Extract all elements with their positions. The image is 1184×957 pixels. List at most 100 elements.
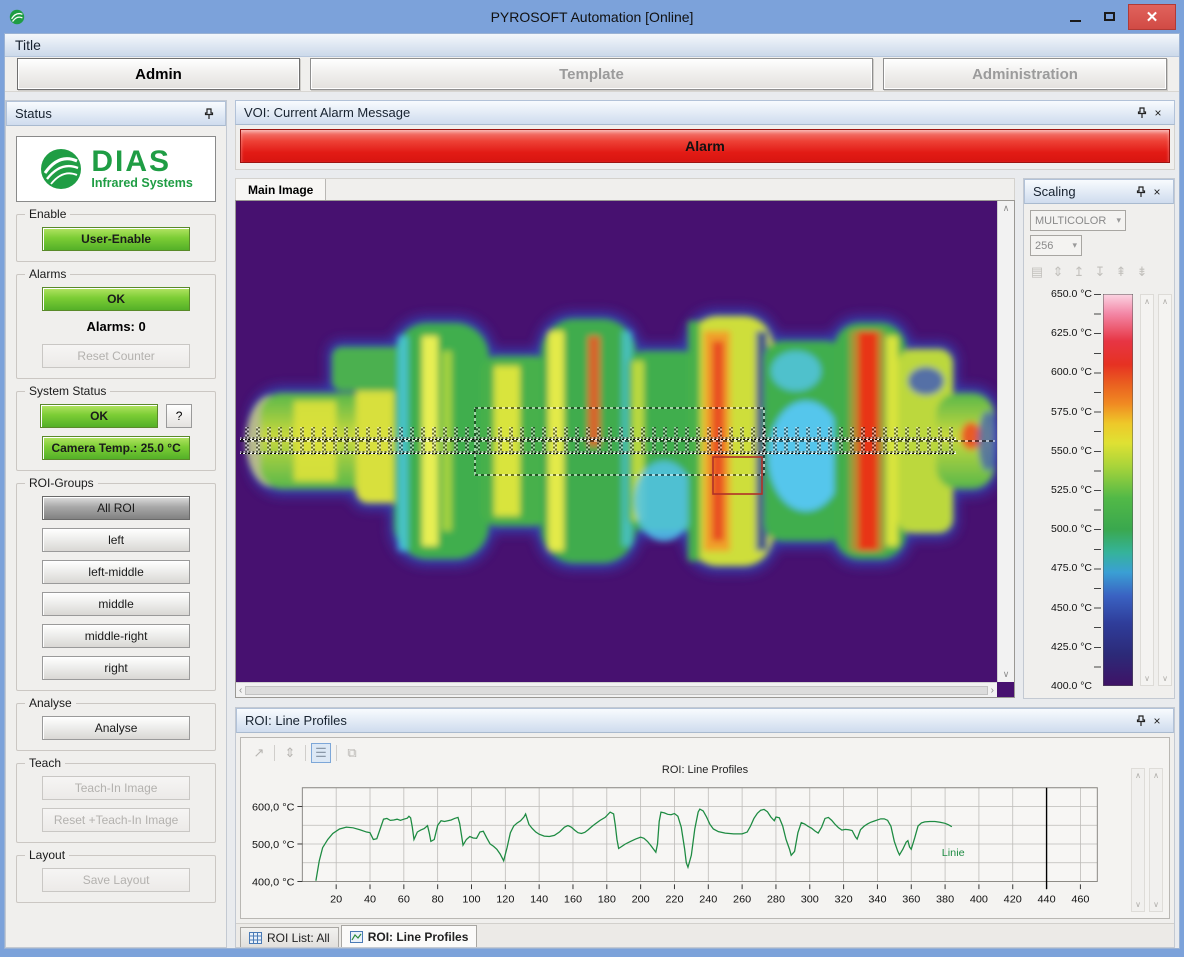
autoscale-icon[interactable]: ⇕ [280, 743, 300, 763]
nav-button-template[interactable]: Template [310, 58, 873, 90]
scale-label: 450.0 °C [1051, 602, 1092, 614]
levels-select[interactable]: 256 ▾ [1030, 235, 1082, 256]
maximize-button[interactable] [1094, 6, 1124, 28]
alarm-banner-button[interactable]: Alarm [240, 129, 1170, 163]
close-panel-icon[interactable]: × [1150, 105, 1166, 121]
alarms-group: Alarms OK Alarms: 0 Reset Counter [16, 274, 216, 379]
scale-label: 600.0 °C [1051, 366, 1092, 378]
pin-icon[interactable] [1133, 713, 1149, 729]
scale-shift-up-icon[interactable]: ↥ [1072, 264, 1086, 280]
reset-counter-button[interactable]: Reset Counter [42, 344, 190, 368]
scroll-down-icon[interactable]: ∨ [1135, 900, 1141, 909]
system-status-group-label: System Status [25, 384, 110, 398]
x-axis-tick-label: 220 [665, 894, 683, 906]
system-ok-button[interactable]: OK [40, 404, 158, 428]
scroll-down-icon[interactable]: ∨ [1144, 674, 1150, 683]
tab-roi-line-profiles[interactable]: ROI: Line Profiles [341, 925, 478, 947]
x-axis-tick-label: 320 [835, 894, 853, 906]
roi-group-left-middle-button[interactable]: left-middle [42, 560, 190, 584]
palette-select[interactable]: MULTICOLOR ▾ [1030, 210, 1126, 231]
camera-temp-button[interactable]: Camera Temp.: 25.0 °C [42, 436, 190, 460]
x-axis-tick-label: 300 [801, 894, 819, 906]
tab-roi-list-label: ROI List: All [267, 931, 330, 945]
levels-select-value: 256 [1035, 240, 1053, 252]
scaling-panel-header: Scaling × [1024, 179, 1174, 204]
nav-button-admin[interactable]: Admin [17, 58, 300, 90]
roi-group-left-button[interactable]: left [42, 528, 190, 552]
dias-logo-icon [39, 147, 83, 191]
scroll-left-icon[interactable]: ‹ [239, 685, 242, 696]
scroll-up-icon[interactable]: ∧ [1144, 297, 1150, 306]
list-view-icon[interactable]: ☰ [311, 743, 331, 763]
pin-icon[interactable] [1133, 184, 1149, 200]
scroll-right-icon[interactable]: › [991, 685, 994, 696]
scaling-toolbar: ▤ ⇕ ↥ ↧ ⇞ ⇟ [1030, 264, 1170, 280]
roi-group-middle-button[interactable]: middle [42, 592, 190, 616]
scale-expand-icon[interactable]: ⇕ [1051, 264, 1065, 280]
close-panel-icon[interactable]: × [1149, 713, 1165, 729]
chart-scrollbar-left[interactable]: ∧ ∨ [1131, 768, 1145, 912]
x-axis-tick-label: 420 [1004, 894, 1022, 906]
horizontal-scrollbar[interactable]: ‹ › [236, 682, 997, 697]
tab-main-image[interactable]: Main Image [236, 179, 326, 200]
alarms-ok-button[interactable]: OK [42, 287, 190, 311]
save-layout-button[interactable]: Save Layout [42, 868, 190, 892]
thermal-image[interactable] [236, 201, 998, 683]
scale-label: 575.0 °C [1051, 406, 1092, 418]
scale-label: 550.0 °C [1051, 445, 1092, 457]
close-panel-icon[interactable]: × [1149, 184, 1165, 200]
window-titlebar: PYROSOFT Automation [Online] ✕ [0, 0, 1184, 33]
scale-max-scrollbar[interactable]: ∧ ∨ [1140, 294, 1154, 686]
scale-label: 625.0 °C [1051, 327, 1092, 339]
roi-group-all-button[interactable]: All ROI [42, 496, 190, 520]
colorbar [1103, 294, 1133, 686]
scale-label: 400.0 °C [1051, 680, 1092, 692]
x-axis-tick-label: 240 [699, 894, 717, 906]
scrollbar-thumb[interactable] [245, 686, 987, 695]
panel-splitter[interactable] [227, 100, 235, 948]
colorbar-zone: 650.0 °C625.0 °C600.0 °C575.0 °C550.0 °C… [1030, 286, 1170, 694]
minimize-icon [1070, 20, 1081, 22]
scroll-up-icon[interactable]: ∧ [1003, 203, 1010, 214]
scale-shift-down-icon[interactable]: ↧ [1093, 264, 1107, 280]
scale-manual-icon[interactable]: ⇟ [1135, 264, 1149, 280]
scroll-down-icon[interactable]: ∨ [1003, 669, 1010, 680]
reset-teach-in-image-button[interactable]: Reset +Teach-In Image [42, 808, 190, 832]
scale-auto-icon[interactable]: ⇞ [1114, 264, 1128, 280]
scale-label: 425.0 °C [1051, 641, 1092, 653]
chart-icon [350, 931, 363, 943]
roi-chart-box: ↗ ⇕ ☰ ⧉ ROI: Line Profiles 2040608010012… [240, 737, 1170, 919]
scroll-down-icon[interactable]: ∨ [1153, 900, 1159, 909]
x-axis-tick-label: 400 [970, 894, 988, 906]
close-button[interactable]: ✕ [1128, 4, 1176, 30]
scroll-up-icon[interactable]: ∧ [1135, 771, 1141, 780]
popout-icon[interactable]: ↗ [249, 743, 269, 763]
vertical-scrollbar[interactable]: ∧ ∨ [997, 201, 1014, 682]
pin-icon[interactable] [1134, 105, 1150, 121]
scale-label: 475.0 °C [1051, 562, 1092, 574]
nav-button-administration[interactable]: Administration [883, 58, 1167, 90]
layout-group-label: Layout [25, 848, 69, 862]
alarms-group-label: Alarms [25, 267, 70, 281]
user-enable-button[interactable]: User-Enable [42, 227, 190, 251]
scroll-up-icon[interactable]: ∧ [1162, 297, 1168, 306]
x-axis-tick-label: 100 [462, 894, 480, 906]
pin-icon[interactable] [201, 106, 217, 122]
roi-group-right-button[interactable]: right [42, 656, 190, 680]
tab-roi-list[interactable]: ROI List: All [240, 927, 339, 947]
roi-group-middle-right-button[interactable]: middle-right [42, 624, 190, 648]
scale-min-scrollbar[interactable]: ∧ ∨ [1158, 294, 1172, 686]
scroll-up-icon[interactable]: ∧ [1153, 771, 1159, 780]
chevron-down-icon: ▾ [1116, 215, 1121, 226]
chart-area[interactable]: 2040608010012014016018020022024026028030… [245, 782, 1125, 914]
scale-properties-icon[interactable]: ▤ [1030, 264, 1044, 280]
x-axis-tick-label: 20 [330, 894, 342, 906]
help-button[interactable]: ? [166, 404, 192, 428]
analyse-button[interactable]: Analyse [42, 716, 190, 740]
copy-icon[interactable]: ⧉ [342, 743, 362, 763]
chart-scrollbar-right[interactable]: ∧ ∨ [1149, 768, 1163, 912]
window-title: PYROSOFT Automation [Online] [0, 9, 1184, 25]
scroll-down-icon[interactable]: ∨ [1162, 674, 1168, 683]
teach-in-image-button[interactable]: Teach-In Image [42, 776, 190, 800]
minimize-button[interactable] [1060, 6, 1090, 28]
